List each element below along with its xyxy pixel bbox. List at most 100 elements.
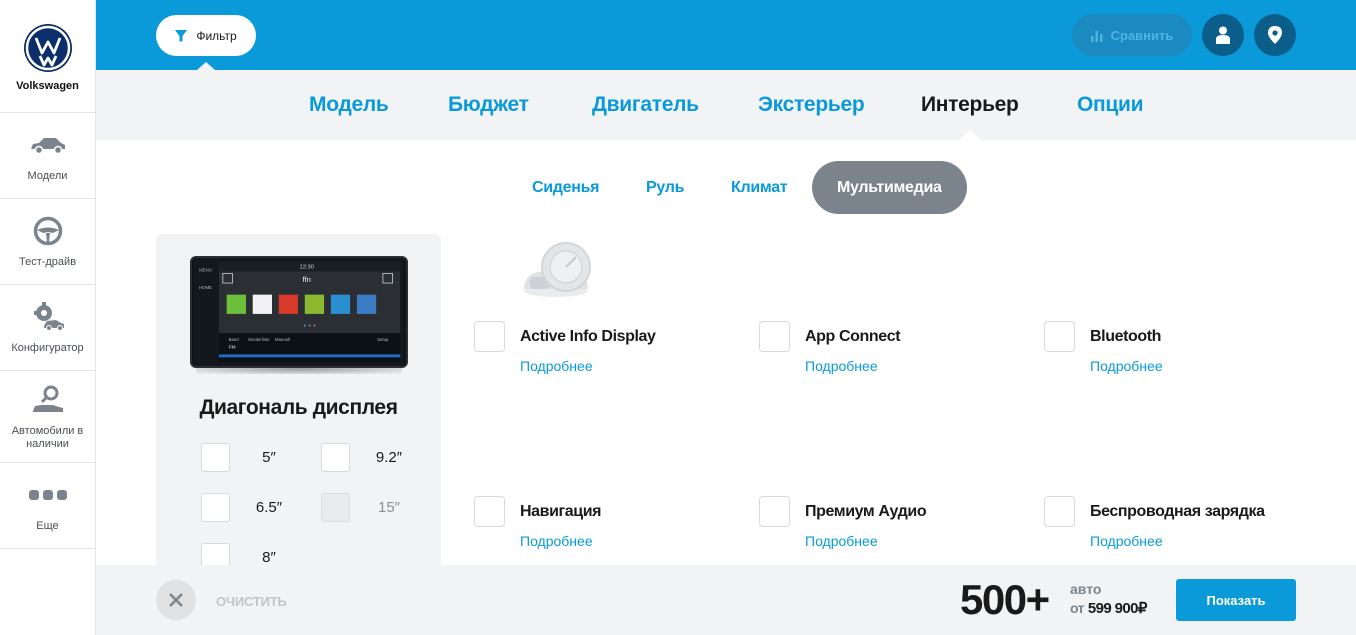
compare-button[interactable]: Сравнить <box>1072 14 1192 56</box>
size-5-label: 5″ <box>262 449 276 466</box>
screen-fm-label: FM <box>229 345 236 351</box>
size-5-checkbox[interactable] <box>201 443 230 472</box>
option-navigation: Навигация Подробнее <box>474 496 734 556</box>
tab-budget[interactable]: Бюджет <box>448 93 529 117</box>
screen-home-label: HOME <box>199 285 212 290</box>
sidebar-item-models[interactable]: Модели <box>0 113 95 199</box>
size-option-5[interactable]: 5″ <box>201 443 289 472</box>
steering-wheel-icon <box>33 214 63 248</box>
more-link[interactable]: Подробнее <box>805 358 878 374</box>
option-name: App Connect <box>805 328 901 345</box>
size-option-15: 15″ <box>321 493 409 522</box>
size-9-2-checkbox[interactable] <box>321 443 350 472</box>
sidebar-item-in-stock[interactable]: Автомобили в наличии <box>0 371 95 463</box>
more-link[interactable]: Подробнее <box>805 533 878 549</box>
option-name: Навигация <box>520 503 602 520</box>
top-bar: Фильтр Сравнить <box>96 0 1356 70</box>
more-link[interactable]: Подробнее <box>1090 358 1163 374</box>
size-8-label: 8″ <box>262 549 276 566</box>
subtab-seats[interactable]: Сиденья <box>532 161 599 214</box>
clear-button[interactable] <box>156 580 196 620</box>
show-results-button[interactable]: Показать <box>1176 579 1296 621</box>
option-name: Active Info Display <box>520 328 656 345</box>
option-active-info-display: Active Info Display Подробнее <box>474 321 734 381</box>
app-connect-checkbox[interactable] <box>759 321 790 352</box>
size-9-2-label: 9.2″ <box>375 449 403 466</box>
user-icon <box>1216 26 1230 44</box>
size-option-6-5[interactable]: 6.5″ <box>201 493 289 522</box>
close-icon <box>169 593 183 607</box>
option-name: Bluetooth <box>1090 328 1162 345</box>
sidebar-item-test-drive[interactable]: Тест-драйв <box>0 199 95 285</box>
more-link[interactable]: Подробнее <box>1090 533 1163 549</box>
option-name: Премиум Аудио <box>805 503 927 520</box>
location-button[interactable] <box>1254 14 1296 56</box>
price-value: 599 900₽ <box>1087 600 1148 617</box>
screen-time: 12:30 <box>299 265 313 271</box>
infotainment-screen-image: 12:30 ffn MENU HOME Band FM Senderliste … <box>190 256 408 374</box>
tab-exterior[interactable]: Экстерьер <box>758 93 865 117</box>
tab-interior[interactable]: Интерьер <box>921 93 1019 117</box>
premium-audio-checkbox[interactable] <box>759 496 790 527</box>
category-tabs: Модель Бюджет Двигатель Экстерьер Интерь… <box>96 70 1356 140</box>
display-size-panel: 12:30 ffn MENU HOME Band FM Senderliste … <box>156 234 441 574</box>
bottom-bar: ОЧИСТИТЬ 500+ авто от 599 900₽ Показать <box>96 565 1356 635</box>
configurator-icon <box>30 300 66 334</box>
size-6-5-label: 6.5″ <box>255 499 283 516</box>
display-size-title: Диагональ дисплея <box>199 396 398 419</box>
option-bluetooth: Bluetooth Подробнее <box>1044 321 1304 381</box>
more-link[interactable]: Подробнее <box>520 533 593 549</box>
map-pin-icon <box>1268 26 1282 44</box>
sidebar-item-more[interactable]: Еще <box>0 463 95 549</box>
sidebar: Volkswagen Модели Тест-драйв Конфигурато… <box>0 0 96 635</box>
sidebar-item-label: Конфигуратор <box>11 342 84 354</box>
screen-band-label: Band <box>229 337 240 342</box>
vw-logo-icon <box>23 24 72 72</box>
option-app-connect: App Connect Подробнее <box>759 321 1019 381</box>
result-min-price: от 599 900₽ <box>1070 599 1147 617</box>
screen-setup-label: Setup <box>377 337 389 342</box>
screen-display: 12:30 ffn MENU HOME Band FM Senderliste … <box>190 256 408 368</box>
clear-label[interactable]: ОЧИСТИТЬ <box>216 594 287 609</box>
size-6-5-checkbox[interactable] <box>201 493 230 522</box>
tab-model[interactable]: Модель <box>309 93 389 117</box>
bar-chart-icon <box>1090 31 1103 42</box>
more-dots-icon <box>28 478 68 512</box>
size-15-label: 15″ <box>378 499 400 516</box>
subtab-steering[interactable]: Руль <box>646 161 684 214</box>
option-premium-audio: Премиум Аудио Подробнее <box>759 496 1019 556</box>
sidebar-item-configurator[interactable]: Конфигуратор <box>0 285 95 371</box>
navigation-checkbox[interactable] <box>474 496 505 527</box>
screen-list-label: Senderliste <box>248 337 270 342</box>
compare-label: Сравнить <box>1110 27 1174 43</box>
filter-button[interactable]: Фильтр <box>156 15 256 56</box>
car-search-icon <box>31 383 65 417</box>
sidebar-item-label: Тест-драйв <box>18 256 77 268</box>
active-info-display-checkbox[interactable] <box>474 321 505 352</box>
filter-label: Фильтр <box>196 28 237 43</box>
size-option-9-2[interactable]: 9.2″ <box>321 443 409 472</box>
tab-engine[interactable]: Двигатель <box>592 93 699 117</box>
car-icon <box>29 128 67 162</box>
option-wireless-charging: Беспроводная зарядка Подробнее <box>1044 496 1304 556</box>
price-prefix: от <box>1070 600 1084 616</box>
screen-menu-label: MENU <box>199 268 212 273</box>
size-15-checkbox <box>321 493 350 522</box>
sidebar-item-label: Автомобили в наличии <box>11 424 84 450</box>
more-link[interactable]: Подробнее <box>520 358 593 374</box>
active-info-display-gauge-icon <box>524 242 591 297</box>
tab-options[interactable]: Опции <box>1077 93 1144 117</box>
subtab-climate[interactable]: Климат <box>731 161 788 214</box>
brand-name: Volkswagen <box>16 80 79 92</box>
screen-manual-label: Manuell <box>275 337 290 342</box>
option-name: Беспроводная зарядка <box>1090 503 1265 520</box>
filter-icon <box>175 29 188 42</box>
bluetooth-checkbox[interactable] <box>1044 321 1075 352</box>
active-tab-caret <box>959 130 981 140</box>
sidebar-item-label: Еще <box>36 520 59 532</box>
filter-caret <box>197 62 215 70</box>
account-button[interactable] <box>1202 14 1244 56</box>
wireless-charging-checkbox[interactable] <box>1044 496 1075 527</box>
brand[interactable]: Volkswagen <box>0 0 95 113</box>
subtab-multimedia[interactable]: Мультимедиа <box>812 161 967 214</box>
